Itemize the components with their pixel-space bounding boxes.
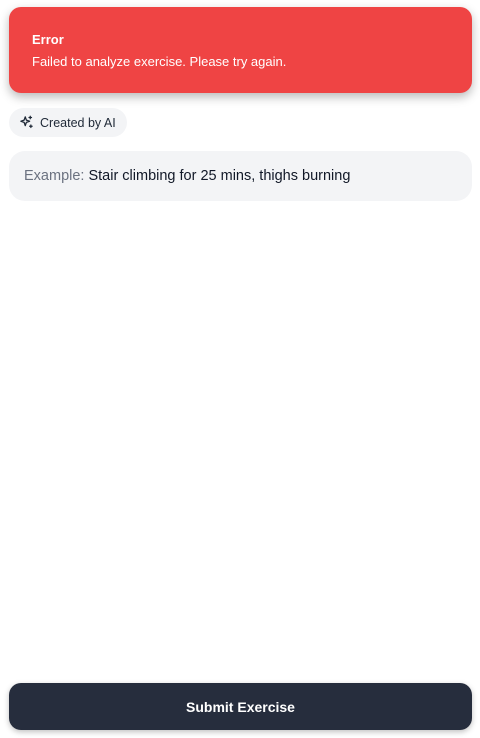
error-toast[interactable]: Error Failed to analyze exercise. Please… [9, 7, 472, 93]
exercise-page: Error Failed to analyze exercise. Please… [0, 0, 480, 738]
submit-exercise-button[interactable]: Submit Exercise [9, 683, 472, 730]
placeholder-prefix: Example: [24, 168, 85, 184]
toast-message: Failed to analyze exercise. Please try a… [32, 54, 287, 69]
sparkles-icon [19, 115, 34, 130]
ai-badge-label: Created by AI [40, 115, 116, 130]
placeholder-example: Stair climbing for 25 mins, thighs burni… [88, 168, 351, 184]
exercise-input[interactable]: Example: Stair climbing for 25 mins, thi… [9, 151, 472, 201]
created-by-ai-badge: Created by AI [9, 108, 127, 137]
toast-title: Error [32, 32, 64, 47]
